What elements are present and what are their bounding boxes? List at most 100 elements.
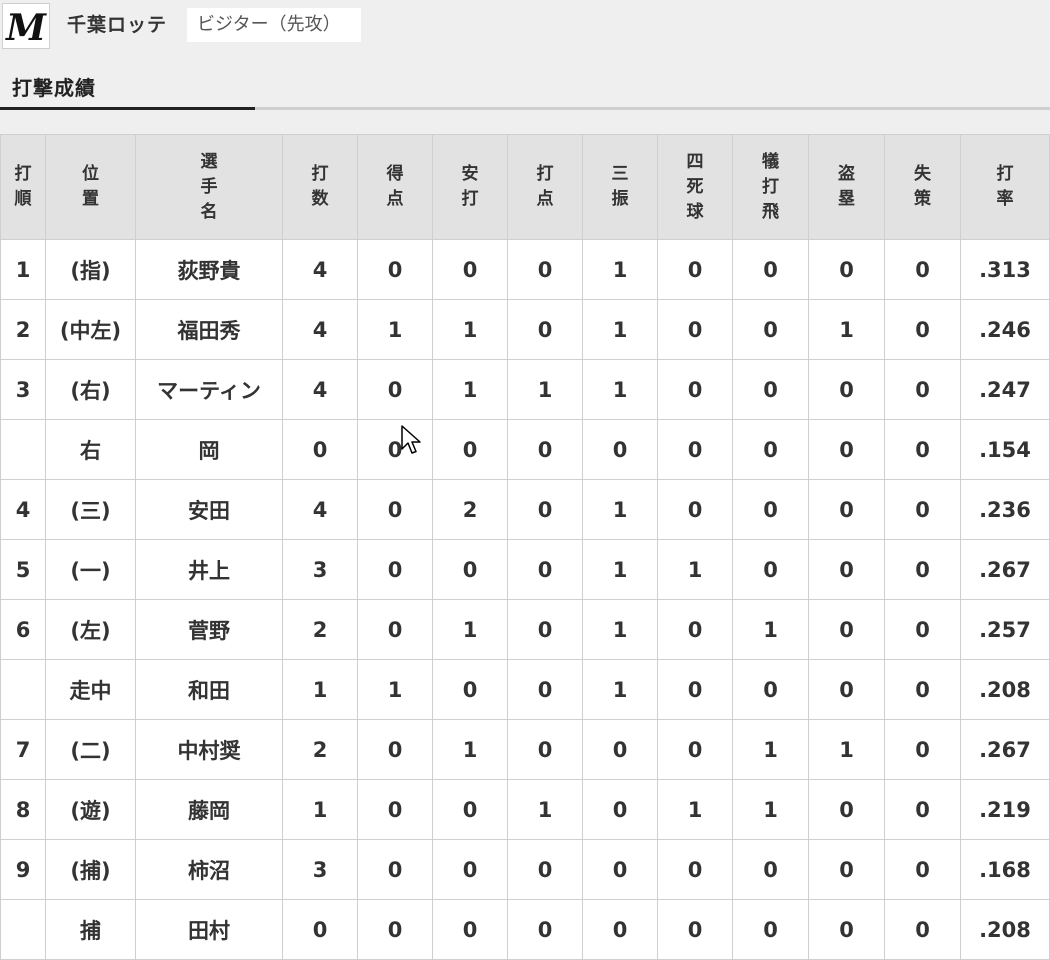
svg-text:M: M — [4, 7, 47, 48]
table-row: 右 岡 0 0 0 0 0 0 0 0 0 .154 — [0, 419, 1050, 480]
table-header-row: 打順 位置 選手名 打数 得点 安打 打点 三振 四死球 犠打飛 盗塁 失策 打… — [0, 134, 1050, 240]
at-bats: 3 — [282, 839, 358, 900]
runs: 0 — [357, 539, 433, 600]
runs: 0 — [357, 719, 433, 780]
at-bats: 1 — [282, 659, 358, 720]
strikeouts: 0 — [582, 899, 658, 960]
player-name-link[interactable]: 田村 — [135, 899, 283, 960]
at-bats: 4 — [282, 479, 358, 540]
player-name-link[interactable]: 柿沼 — [135, 839, 283, 900]
position: (捕) — [45, 839, 136, 900]
stolen-bases: 1 — [808, 299, 885, 360]
batting-order — [0, 899, 46, 960]
stolen-bases: 0 — [808, 359, 885, 420]
stolen-bases: 0 — [808, 659, 885, 720]
position: (一) — [45, 539, 136, 600]
player-name-link[interactable]: 岡 — [135, 419, 283, 480]
col-header-order: 打順 — [0, 134, 46, 240]
walks: 1 — [657, 779, 733, 840]
walks: 0 — [657, 359, 733, 420]
errors: 0 — [884, 779, 961, 840]
section-title-batting: 打撃成績 — [12, 76, 96, 100]
stolen-bases: 0 — [808, 479, 885, 540]
batting-order: 6 — [0, 599, 46, 660]
batting-order: 8 — [0, 779, 46, 840]
hits: 0 — [432, 419, 508, 480]
rbi: 0 — [507, 899, 583, 960]
player-name-link[interactable]: 井上 — [135, 539, 283, 600]
col-header-position: 位置 — [45, 134, 136, 240]
walks: 0 — [657, 419, 733, 480]
strikeouts: 0 — [582, 719, 658, 780]
table-row: 7 (二) 中村奨 2 0 1 0 0 0 1 1 0 .267 — [0, 719, 1050, 780]
runs: 0 — [357, 779, 433, 840]
player-name-link[interactable]: 福田秀 — [135, 299, 283, 360]
batting-order: 4 — [0, 479, 46, 540]
batting-order: 5 — [0, 539, 46, 600]
table-row: 捕 田村 0 0 0 0 0 0 0 0 0 .208 — [0, 899, 1050, 960]
walks: 0 — [657, 599, 733, 660]
player-name-link[interactable]: 藤岡 — [135, 779, 283, 840]
rbi: 0 — [507, 839, 583, 900]
at-bats: 2 — [282, 719, 358, 780]
position: (左) — [45, 599, 136, 660]
walks: 1 — [657, 539, 733, 600]
batting-order: 9 — [0, 839, 46, 900]
sacrifices: 0 — [732, 659, 809, 720]
col-header-walks: 四死球 — [657, 134, 733, 240]
col-header-hits: 安打 — [432, 134, 508, 240]
team-header: M 千葉ロッテ ビジター（先攻） — [0, 0, 1050, 50]
stolen-bases: 0 — [808, 779, 885, 840]
player-name-link[interactable]: 和田 — [135, 659, 283, 720]
sacrifices: 0 — [732, 299, 809, 360]
errors: 0 — [884, 239, 961, 300]
position: (遊) — [45, 779, 136, 840]
at-bats: 4 — [282, 359, 358, 420]
walks: 0 — [657, 899, 733, 960]
col-header-rbi: 打点 — [507, 134, 583, 240]
tab-active-indicator — [0, 107, 255, 110]
batting-average: .208 — [960, 899, 1050, 960]
errors: 0 — [884, 899, 961, 960]
batting-average: .208 — [960, 659, 1050, 720]
strikeouts: 1 — [582, 239, 658, 300]
player-name-link[interactable]: 安田 — [135, 479, 283, 540]
hits: 1 — [432, 299, 508, 360]
hits: 0 — [432, 839, 508, 900]
walks: 0 — [657, 719, 733, 780]
player-name-link[interactable]: 荻野貴 — [135, 239, 283, 300]
player-name-link[interactable]: 菅野 — [135, 599, 283, 660]
runs: 0 — [357, 359, 433, 420]
walks: 0 — [657, 299, 733, 360]
player-name-link[interactable]: 中村奨 — [135, 719, 283, 780]
at-bats: 2 — [282, 599, 358, 660]
player-name-link[interactable]: マーティン — [135, 359, 283, 420]
col-header-errors: 失策 — [884, 134, 961, 240]
stolen-bases: 0 — [808, 419, 885, 480]
sacrifices: 0 — [732, 539, 809, 600]
col-header-strikeouts: 三振 — [582, 134, 658, 240]
col-header-at-bats: 打数 — [282, 134, 358, 240]
hits: 1 — [432, 359, 508, 420]
strikeouts: 1 — [582, 359, 658, 420]
sacrifices: 0 — [732, 359, 809, 420]
errors: 0 — [884, 719, 961, 780]
errors: 0 — [884, 839, 961, 900]
batting-stats-table: 打順 位置 選手名 打数 得点 安打 打点 三振 四死球 犠打飛 盗塁 失策 打… — [0, 134, 1050, 960]
at-bats: 0 — [282, 419, 358, 480]
sacrifices: 1 — [732, 779, 809, 840]
runs: 0 — [357, 899, 433, 960]
col-header-runs: 得点 — [357, 134, 433, 240]
table-row: 8 (遊) 藤岡 1 0 0 1 0 1 1 0 0 .219 — [0, 779, 1050, 840]
batting-average: .154 — [960, 419, 1050, 480]
rbi: 0 — [507, 719, 583, 780]
batting-average: .267 — [960, 719, 1050, 780]
hits: 0 — [432, 899, 508, 960]
visitor-label: ビジター（先攻） — [187, 8, 361, 42]
at-bats: 4 — [282, 299, 358, 360]
batting-average: .168 — [960, 839, 1050, 900]
runs: 0 — [357, 479, 433, 540]
strikeouts: 1 — [582, 659, 658, 720]
table-row: 9 (捕) 柿沼 3 0 0 0 0 0 0 0 0 .168 — [0, 839, 1050, 900]
strikeouts: 0 — [582, 779, 658, 840]
